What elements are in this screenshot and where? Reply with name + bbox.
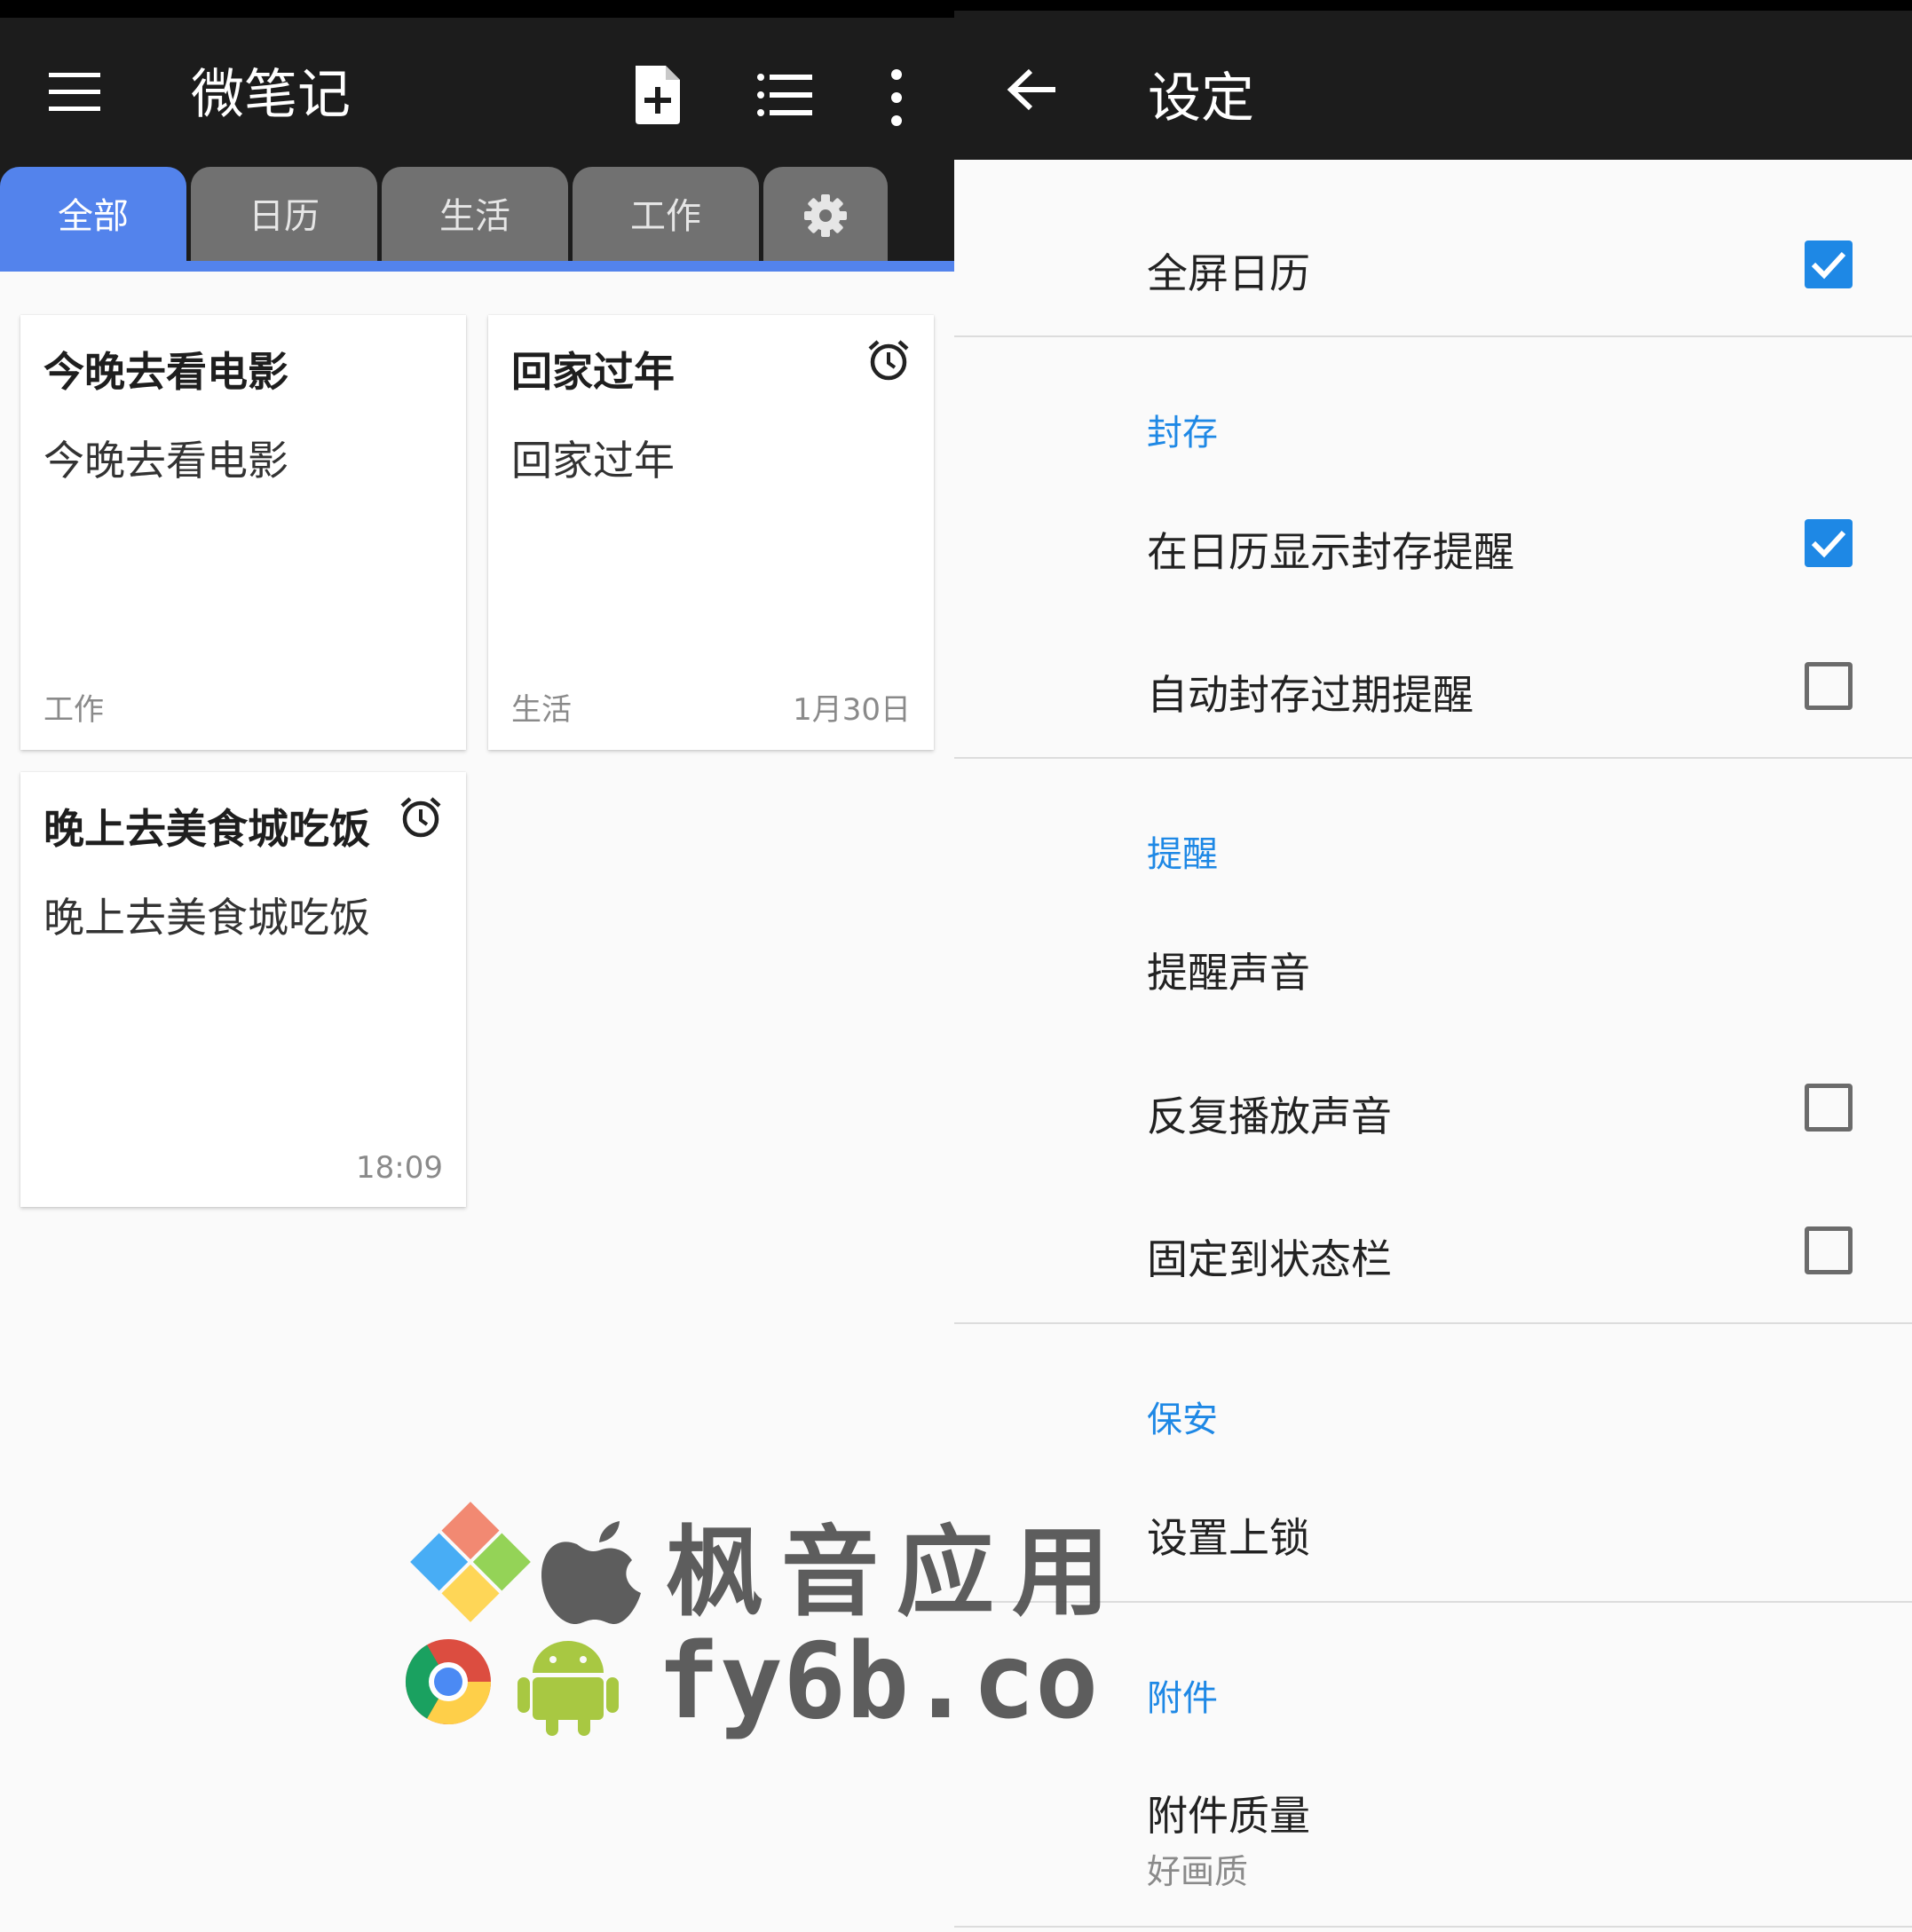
note-title: 晚上去美食城吃饭 <box>43 805 370 853</box>
pref-label: 固定到状态栏 <box>1147 1235 1392 1283</box>
pref-label: 设置上锁 <box>1147 1514 1310 1562</box>
new-note-icon[interactable] <box>632 66 683 124</box>
pref-label: 提醒声音 <box>1147 949 1310 997</box>
section-header-reminder: 提醒 <box>1147 834 1218 875</box>
section-header-security: 保安 <box>1147 1400 1218 1440</box>
note-date: 18:09 <box>356 1150 443 1186</box>
section-header-attachment: 附件 <box>1147 1678 1218 1719</box>
note-date: 1月30日 <box>793 692 911 728</box>
pref-label: 附件质量 <box>1147 1792 1310 1840</box>
tab-calendar[interactable]: 日历 <box>191 167 377 264</box>
note-tag: 生活 <box>511 692 572 728</box>
svg-text:fy6b.com: fy6b.com <box>657 1620 1101 1739</box>
checkmark-icon <box>1811 530 1846 558</box>
divider <box>954 1926 1912 1928</box>
section-header-archive: 封存 <box>1147 413 1218 453</box>
tab-indicator <box>0 261 954 272</box>
category-tabs: 全部 日历 生活 工作 <box>0 167 954 272</box>
divider <box>954 1322 1912 1324</box>
divider <box>954 757 1912 759</box>
alarm-clock-icon <box>400 797 441 838</box>
status-bar <box>0 0 954 18</box>
app-toolbar: 微笔记 <box>0 18 954 167</box>
note-title: 今晚去看电影 <box>43 348 288 396</box>
pref-label: 全屏日历 <box>1147 249 1310 297</box>
note-body: 回家过年 <box>511 437 675 485</box>
pref-label: 反复播放声音 <box>1147 1092 1392 1140</box>
pin-status-bar-checkbox[interactable] <box>1805 1226 1853 1274</box>
fullscreen-calendar-checkbox[interactable] <box>1805 241 1853 288</box>
note-card[interactable]: 晚上去美食城吃饭 晚上去美食城吃饭 18:09 <box>20 772 466 1207</box>
pref-label: 在日历显示封存提醒 <box>1147 528 1514 576</box>
menu-icon[interactable] <box>49 73 100 112</box>
settings-toolbar: 设定 <box>954 11 1912 160</box>
pref-summary: 好画质 <box>1147 1852 1249 1891</box>
note-card[interactable]: 回家过年 回家过年 生活 1月30日 <box>488 315 934 750</box>
watermark-logo: 枫音应用 fy6b.com <box>405 1502 1101 1739</box>
alarm-clock-icon <box>868 340 909 381</box>
overflow-menu-icon[interactable] <box>881 67 913 128</box>
note-body: 晚上去美食城吃饭 <box>43 894 370 942</box>
page-title: 设定 <box>1148 67 1254 130</box>
svg-text:枫音应用: 枫音应用 <box>666 1516 1101 1629</box>
note-title: 回家过年 <box>511 348 675 396</box>
status-bar <box>954 0 1912 11</box>
note-body: 今晚去看电影 <box>43 437 288 485</box>
checkmark-icon <box>1811 251 1846 280</box>
tab-life[interactable]: 生活 <box>382 167 568 264</box>
pref-label: 自动封存过期提醒 <box>1147 671 1474 719</box>
divider <box>954 335 1912 337</box>
tab-settings[interactable] <box>763 167 888 264</box>
app-title: 微笔记 <box>191 64 351 126</box>
gear-icon <box>804 194 847 237</box>
tab-work[interactable]: 工作 <box>573 167 759 264</box>
auto-archive-checkbox[interactable] <box>1805 662 1853 710</box>
show-archived-checkbox[interactable] <box>1805 519 1853 567</box>
tab-all[interactable]: 全部 <box>0 167 186 272</box>
back-arrow-icon[interactable] <box>1006 67 1059 112</box>
note-card[interactable]: 今晚去看电影 今晚去看电影 工作 <box>20 315 466 750</box>
repeat-sound-checkbox[interactable] <box>1805 1084 1853 1132</box>
note-tag: 工作 <box>43 692 104 728</box>
list-view-icon[interactable] <box>757 73 812 117</box>
